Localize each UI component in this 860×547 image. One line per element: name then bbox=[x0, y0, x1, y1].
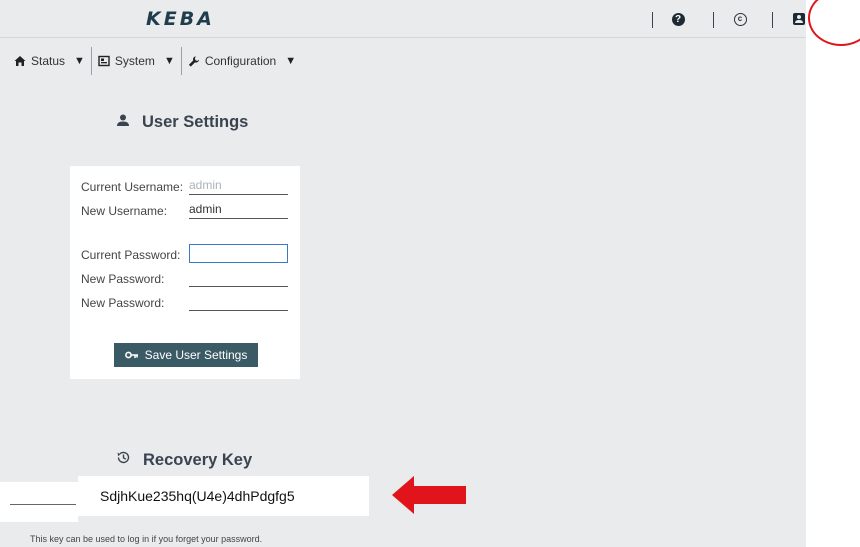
history-icon bbox=[116, 450, 131, 470]
top-bar: KEBA ? c bbox=[0, 0, 806, 38]
header-separator bbox=[772, 12, 773, 28]
new-password-field[interactable] bbox=[189, 269, 288, 287]
user-account-icon[interactable] bbox=[791, 11, 807, 27]
recovery-key-heading: Recovery Key bbox=[116, 450, 252, 470]
save-user-settings-button[interactable]: Save User Settings bbox=[114, 343, 258, 367]
help-icon[interactable]: ? bbox=[670, 11, 686, 27]
user-icon bbox=[116, 113, 130, 132]
user-settings-title: User Settings bbox=[142, 113, 249, 131]
header-separator bbox=[652, 12, 653, 28]
new-username-label: New Username: bbox=[81, 204, 168, 218]
chevron-down-icon: ▼ bbox=[285, 55, 297, 67]
save-user-settings-label: Save User Settings bbox=[144, 348, 248, 362]
nav-status[interactable]: Status ▼ bbox=[14, 47, 91, 75]
new-password-repeat-field[interactable] bbox=[189, 293, 288, 311]
recovery-key-box-left bbox=[0, 482, 78, 522]
user-settings-heading: User Settings bbox=[116, 113, 248, 132]
recovery-key-hint: This key can be used to log in if you fo… bbox=[30, 534, 263, 544]
user-settings-panel: Current Username: New Username: Current … bbox=[70, 166, 300, 379]
copyright-icon[interactable]: c bbox=[732, 11, 748, 27]
chevron-down-icon: ▼ bbox=[163, 55, 175, 67]
new-username-field[interactable] bbox=[189, 201, 288, 219]
recovery-key-value: SdjhKue235hq(U4e)4dhPdgfg5 bbox=[100, 488, 295, 504]
current-username-label: Current Username: bbox=[81, 180, 184, 194]
nav-status-label: Status bbox=[31, 54, 66, 68]
header-separator bbox=[713, 12, 714, 28]
nav-configuration-label: Configuration bbox=[204, 54, 277, 68]
chevron-down-icon: ▼ bbox=[74, 55, 85, 67]
new-password-label: New Password: bbox=[81, 272, 165, 286]
system-icon bbox=[98, 55, 110, 67]
home-icon bbox=[14, 55, 26, 67]
red-circle-annotation bbox=[808, 0, 860, 46]
nav-system[interactable]: System ▼ bbox=[92, 47, 181, 75]
nav-system-label: System bbox=[114, 54, 155, 68]
recovery-key-title: Recovery Key bbox=[143, 450, 253, 469]
wrench-icon bbox=[188, 55, 200, 67]
red-arrow-annotation-icon bbox=[392, 476, 466, 514]
key-icon bbox=[124, 348, 139, 362]
app-window: KEBA ? c Status ▼ System ▼ Configuration… bbox=[0, 0, 806, 547]
main-nav: Status ▼ System ▼ Configuration ▼ bbox=[14, 46, 302, 76]
current-password-field[interactable] bbox=[189, 244, 288, 263]
recovery-key-underline bbox=[10, 504, 76, 505]
nav-configuration[interactable]: Configuration ▼ bbox=[182, 47, 302, 75]
current-password-label: Current Password: bbox=[81, 248, 181, 262]
current-username-field[interactable] bbox=[189, 177, 288, 195]
new-password-repeat-label: New Password: bbox=[81, 296, 165, 310]
keba-logo: KEBA bbox=[146, 8, 215, 30]
